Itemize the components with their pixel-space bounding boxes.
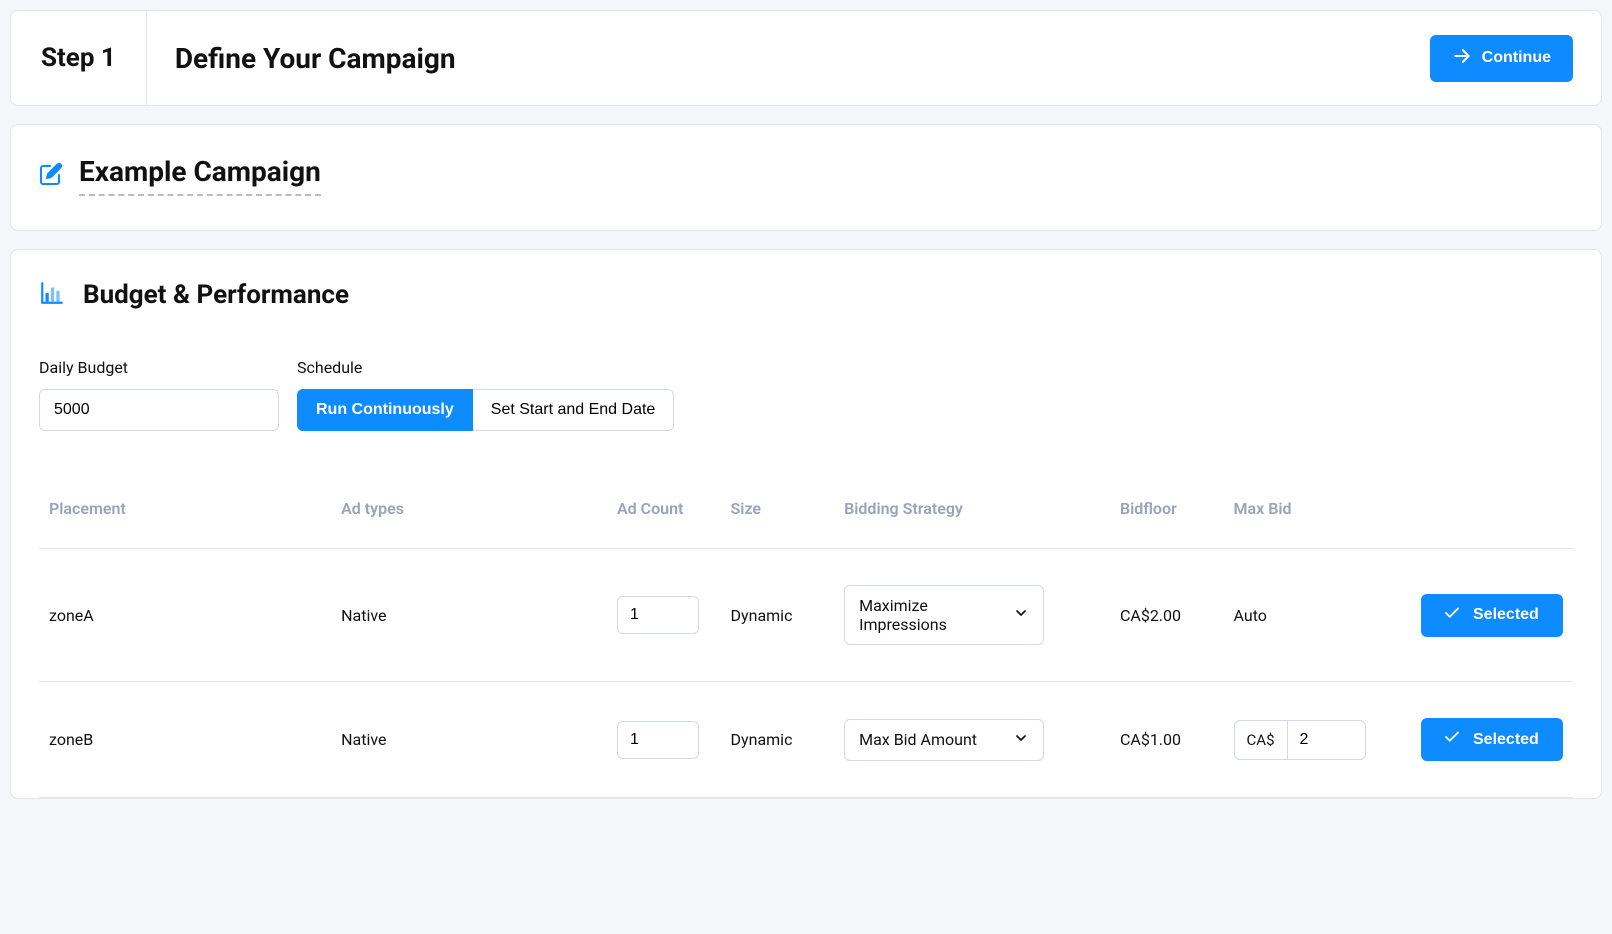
ad-count-input[interactable]: [617, 596, 699, 634]
table-row: zoneB Native Dynamic Max Bid Amount CA$1…: [39, 682, 1573, 798]
selected-button[interactable]: Selected: [1421, 718, 1563, 761]
cell-size: Dynamic: [721, 682, 835, 798]
daily-budget-label: Daily Budget: [39, 358, 279, 377]
th-placement: Placement: [39, 483, 331, 549]
schedule-continuous-button[interactable]: Run Continuously: [297, 389, 473, 431]
continue-button-label: Continue: [1482, 49, 1551, 67]
schedule-toggle-group: Run Continuously Set Start and End Date: [297, 389, 674, 431]
schedule-label: Schedule: [297, 358, 674, 377]
campaign-name-card: Example Campaign: [10, 124, 1602, 231]
cell-ad-types: Native: [331, 549, 607, 682]
chevron-down-icon: [1013, 605, 1029, 625]
cell-ad-count: [607, 549, 721, 682]
step-label: Step 1: [41, 43, 116, 73]
budget-performance-card: Budget & Performance Daily Budget Schedu…: [10, 249, 1602, 799]
th-ad-count: Ad Count: [607, 483, 721, 549]
daily-budget-input[interactable]: [39, 389, 279, 431]
edit-icon[interactable]: [39, 162, 63, 190]
max-bid-input-group: CA$: [1234, 720, 1366, 760]
header-main: Define Your Campaign Continue: [147, 11, 1601, 105]
daily-budget-field: Daily Budget: [39, 358, 279, 431]
cell-bidfloor: CA$1.00: [1110, 682, 1224, 798]
ad-count-input[interactable]: [617, 721, 699, 759]
cell-max-bid: CA$: [1224, 682, 1403, 798]
step-header: Step 1 Define Your Campaign Continue: [10, 10, 1602, 106]
cell-bidding-strategy: Maximize Impressions: [834, 549, 1110, 682]
placements-table: Placement Ad types Ad Count Size Bidding…: [39, 483, 1573, 798]
cell-ad-types: Native: [331, 682, 607, 798]
schedule-field: Schedule Run Continuously Set Start and …: [297, 358, 674, 431]
cell-bidfloor: CA$2.00: [1110, 549, 1224, 682]
th-bidding-strategy: Bidding Strategy: [834, 483, 1110, 549]
th-max-bid: Max Bid: [1224, 483, 1403, 549]
bidding-strategy-select[interactable]: Maximize Impressions: [844, 585, 1044, 645]
bar-chart-icon: [39, 280, 65, 310]
section-title: Budget & Performance: [83, 280, 349, 310]
currency-prefix: CA$: [1235, 721, 1288, 759]
max-bid-input[interactable]: [1288, 721, 1348, 759]
selected-label: Selected: [1473, 731, 1539, 749]
check-icon: [1443, 604, 1461, 627]
step-indicator: Step 1: [11, 11, 147, 105]
selected-button[interactable]: Selected: [1421, 594, 1563, 637]
cell-max-bid: Auto: [1224, 549, 1403, 682]
campaign-name[interactable]: Example Campaign: [79, 155, 321, 196]
check-icon: [1443, 728, 1461, 751]
schedule-dated-button[interactable]: Set Start and End Date: [473, 389, 675, 431]
chevron-down-icon: [1013, 730, 1029, 750]
cell-placement: zoneB: [39, 682, 331, 798]
cell-bidding-strategy: Max Bid Amount: [834, 682, 1110, 798]
bidding-strategy-value: Max Bid Amount: [859, 730, 977, 749]
selected-label: Selected: [1473, 606, 1539, 624]
arrow-right-icon: [1452, 46, 1472, 71]
table-row: zoneA Native Dynamic Maximize Impression…: [39, 549, 1573, 682]
cell-ad-count: [607, 682, 721, 798]
cell-placement: zoneA: [39, 549, 331, 682]
continue-button[interactable]: Continue: [1430, 35, 1573, 82]
bidding-strategy-value: Maximize Impressions: [859, 596, 1013, 634]
page-title: Define Your Campaign: [175, 42, 456, 75]
bidding-strategy-select[interactable]: Max Bid Amount: [844, 719, 1044, 761]
cell-size: Dynamic: [721, 549, 835, 682]
th-size: Size: [721, 483, 835, 549]
th-ad-types: Ad types: [331, 483, 607, 549]
th-bidfloor: Bidfloor: [1110, 483, 1224, 549]
